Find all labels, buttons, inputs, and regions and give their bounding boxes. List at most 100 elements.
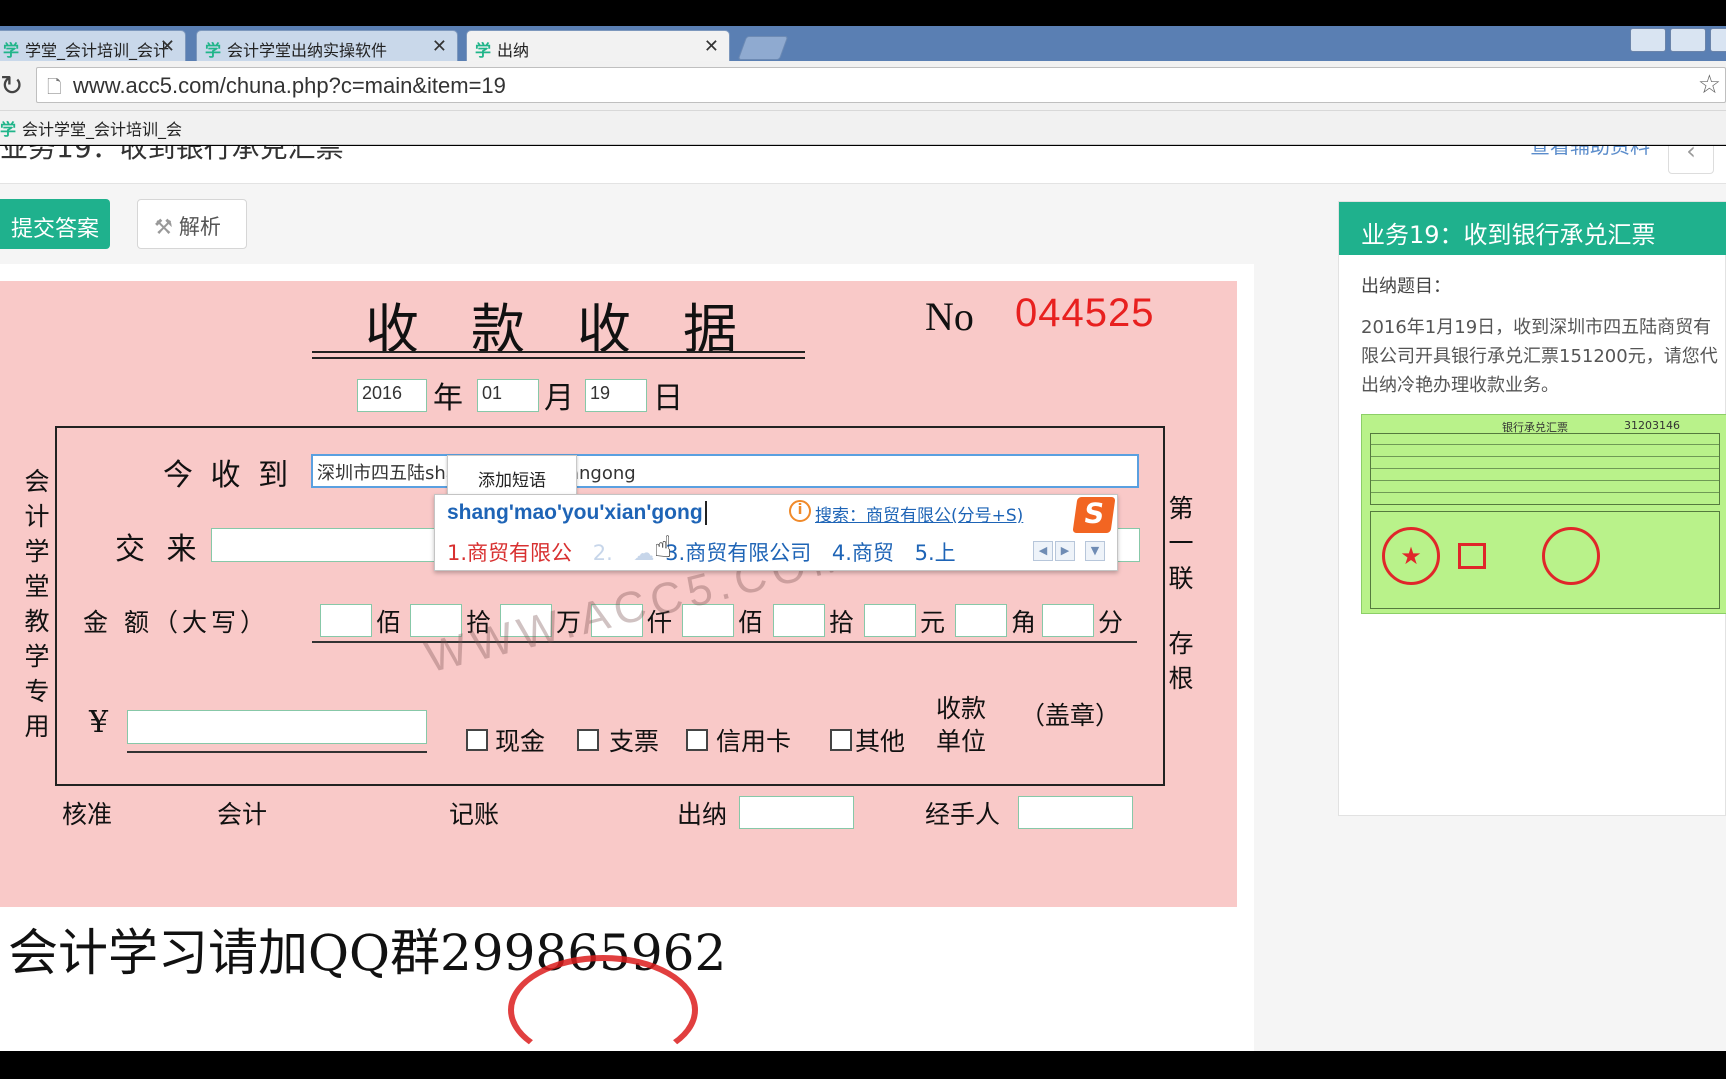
- help-link[interactable]: 查看辅助资料: [1530, 146, 1650, 159]
- reload-icon[interactable]: ↻: [0, 69, 23, 102]
- check-label: 支票: [609, 727, 660, 756]
- question-subtitle: 出纳题目：: [1361, 276, 1451, 297]
- user-icon[interactable]: [1630, 28, 1666, 52]
- tab-label: 会计学堂出纳实操软件: [227, 41, 388, 60]
- ime-candidate[interactable]: 2.: [593, 541, 613, 565]
- question-panel-header: 业务19：收到银行承兑汇票: [1339, 202, 1726, 255]
- amount-figure-input[interactable]: [127, 710, 427, 744]
- ime-candidate-window: shang'mao'you'xian'gong i 搜索：商贸有限公(分号+S)…: [434, 494, 1118, 571]
- month-input[interactable]: 01: [477, 379, 539, 412]
- maximize-button[interactable]: [1710, 28, 1726, 52]
- bookkeeping-label: 记账: [449, 800, 500, 829]
- ime-candidate[interactable]: 5.上: [915, 541, 956, 565]
- bookmarks-bar: 学会计学堂_会计培训_会: [0, 111, 1726, 145]
- amount-digit-input[interactable]: [864, 604, 916, 637]
- seal-label: （盖章）: [1020, 701, 1121, 730]
- tab-label: 学堂_会计培训_会计‍: [25, 41, 170, 60]
- ime-expand-icon[interactable]: ▼: [1085, 541, 1105, 561]
- remit-for-label: 交 来: [115, 532, 203, 567]
- left-vertical-text: 会 计 学 堂 教 学 专 用: [22, 464, 52, 744]
- ime-next-page-icon[interactable]: ▶: [1055, 541, 1075, 561]
- credit-card-checkbox[interactable]: [686, 729, 708, 751]
- cashier-input[interactable]: [739, 796, 854, 829]
- ime-prev-page-icon[interactable]: ◀: [1033, 541, 1053, 561]
- bookmark-label: 会计学堂_会计培训_会: [22, 120, 183, 139]
- unit-label: 拾: [829, 608, 855, 637]
- minimize-button[interactable]: [1670, 28, 1706, 52]
- square-seal-icon: [1458, 543, 1486, 569]
- receipt-form: 收款收据 No 044525 2016 年 01 月 19 日 会 计 学 堂 …: [0, 281, 1237, 907]
- amount-digit-input[interactable]: [955, 604, 1007, 637]
- bank-acceptance-bill-image[interactable]: 银行承兑汇票 31203146 ★: [1361, 414, 1726, 614]
- close-tab-icon[interactable]: ✕: [432, 36, 447, 57]
- cash-checkbox[interactable]: [466, 729, 488, 751]
- close-tab-icon[interactable]: ✕: [704, 36, 719, 57]
- other-label: 其他: [855, 727, 906, 756]
- handler-input[interactable]: [1018, 796, 1133, 829]
- vertical-char: 用: [24, 712, 50, 741]
- vertical-char: 第: [1168, 494, 1194, 523]
- browser-tab-3-active[interactable]: 学出纳 ✕: [466, 30, 730, 62]
- page-title: 业务19：收到银行承兑汇票: [0, 146, 344, 164]
- other-checkbox[interactable]: [830, 729, 852, 751]
- amount-words-label: 金 额（大写）: [83, 608, 269, 637]
- amount-digit-input[interactable]: [320, 604, 372, 637]
- year-input[interactable]: 2016: [357, 379, 427, 412]
- add-phrase-button[interactable]: 添加短语: [447, 455, 577, 497]
- unit-label: 佰: [738, 608, 764, 637]
- wrench-icon: ⚒: [154, 215, 173, 239]
- day-input[interactable]: 19: [585, 379, 647, 412]
- red-stamp-icon: [508, 955, 698, 1065]
- browser-tab-2[interactable]: 学会计学堂出纳实操软件 ✕: [196, 30, 458, 61]
- vertical-char: 教: [24, 607, 50, 636]
- right-vertical-text-1: 第 一 联: [1166, 491, 1196, 596]
- back-icon[interactable]: ‹: [1668, 146, 1714, 174]
- question-text: 2016年1月19日，收到深圳市四五陆商贸有限公司开具银行承兑汇票151200元…: [1361, 317, 1718, 396]
- site-logo-icon: 学: [3, 41, 20, 60]
- red-seal-icon: ★: [1382, 527, 1440, 585]
- title-underline: [312, 351, 805, 353]
- ime-candidate[interactable]: 1.商贸有限公: [447, 541, 572, 565]
- vertical-char: 堂: [24, 572, 50, 601]
- new-tab-button[interactable]: [737, 36, 789, 60]
- bill-number: 31203146: [1624, 419, 1680, 432]
- bottom-bar: [0, 1051, 1726, 1079]
- hand-cursor-icon: ☝: [654, 530, 673, 565]
- amount-digit-input[interactable]: [773, 604, 825, 637]
- url-text: www.acc5.com/chuna.php?c=main&item=19: [73, 73, 506, 98]
- amount-digit-input[interactable]: [1042, 604, 1094, 637]
- submit-answer-button[interactable]: 提交答案: [0, 199, 110, 249]
- day-label: 日: [653, 381, 683, 416]
- right-vertical-text-2: 存 根: [1166, 626, 1196, 696]
- payee-unit-label: 收款: [936, 694, 987, 723]
- bill-grid: [1370, 433, 1720, 505]
- amount-figure-underline: [127, 751, 427, 753]
- payee-unit-label: 单位: [936, 727, 987, 756]
- cloud-icon: ☁: [633, 541, 655, 565]
- month-label: 月: [544, 381, 574, 416]
- sogou-logo-icon: S: [1072, 497, 1116, 533]
- cash-label: 现金: [495, 727, 546, 756]
- analysis-button[interactable]: ⚒ 解析: [137, 199, 247, 249]
- bookmark-star-icon[interactable]: ☆: [1698, 70, 1721, 100]
- bookmark-item[interactable]: 学会计学堂_会计培训_会: [0, 120, 182, 139]
- receipt-number: 044525: [1015, 291, 1155, 335]
- credit-card-label: 信用卡: [716, 727, 792, 756]
- browser-tab-1[interactable]: 学学堂_会计培训_会计‍ ✕: [0, 30, 186, 61]
- ime-candidate[interactable]: 3.商贸有限公司: [665, 541, 811, 565]
- site-logo-icon: 学: [0, 120, 17, 139]
- screen: 学学堂_会计培训_会计‍ ✕ 学会计学堂出纳实操软件 ✕ 学出纳 ✕ ↻ 🗋 w…: [0, 0, 1726, 1079]
- check-checkbox[interactable]: [577, 729, 599, 751]
- received-from-input[interactable]: 深圳市四五陆shangmaoyouxiangong: [311, 454, 1139, 488]
- ime-search-link[interactable]: 搜索：商贸有限公(分号+S): [815, 501, 1023, 526]
- approve-label: 核准: [62, 800, 113, 829]
- info-icon: i: [789, 500, 811, 522]
- ime-candidate[interactable]: 4.商贸: [832, 541, 894, 565]
- year-label: 年: [433, 381, 463, 416]
- page-header: 业务19：收到银行承兑汇票 查看辅助资料 ‹: [0, 146, 1726, 184]
- vertical-char: 联: [1168, 564, 1194, 593]
- address-bar[interactable]: 🗋 www.acc5.com/chuna.php?c=main&item=19 …: [36, 67, 1726, 103]
- close-tab-icon[interactable]: ✕: [160, 36, 175, 57]
- analysis-label: 解析: [178, 215, 221, 239]
- received-from-label: 今 收 到: [163, 458, 293, 493]
